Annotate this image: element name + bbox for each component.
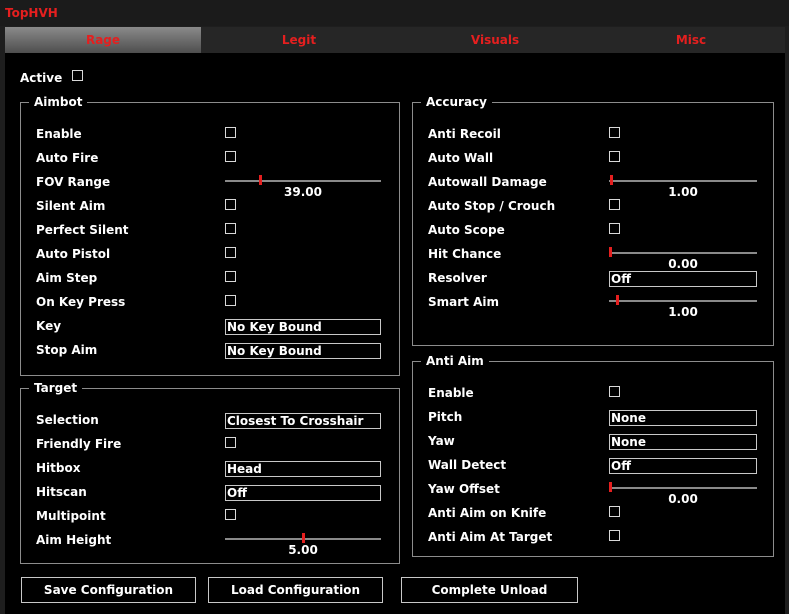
auto-wall-label: Auto Wall <box>428 151 494 165</box>
tab-legit[interactable]: Legit <box>201 27 397 53</box>
smart-aim-label: Smart Aim <box>428 295 499 309</box>
load-configuration-button[interactable]: Load Configuration <box>208 577 383 603</box>
save-configuration-button[interactable]: Save Configuration <box>21 577 196 603</box>
stop-aim-field[interactable]: No Key Bound <box>225 343 381 359</box>
tab-misc[interactable]: Misc <box>593 27 789 53</box>
autowall-damage-value: 1.00 <box>668 185 698 199</box>
complete-unload-button[interactable]: Complete Unload <box>401 577 578 603</box>
accuracy-group: Accuracy Anti Recoil Auto Wall Autowall … <box>412 95 774 346</box>
hitbox-dropdown[interactable]: Head <box>225 461 381 477</box>
title-bar: TopHVH <box>0 0 789 26</box>
target-group: Target Selection Closest To Crosshair Fr… <box>20 381 400 564</box>
anti-recoil-label: Anti Recoil <box>428 127 501 141</box>
yaw-dropdown[interactable]: None <box>609 434 757 450</box>
silent-aim-label: Silent Aim <box>36 199 106 213</box>
fov-range-value: 39.00 <box>284 185 322 199</box>
yaw-offset-label: Yaw Offset <box>428 482 500 496</box>
selection-label: Selection <box>36 413 99 427</box>
anti-recoil-checkbox[interactable] <box>609 127 620 138</box>
smart-aim-value: 1.00 <box>668 305 698 319</box>
aimbot-group: Aimbot Enable Auto Fire FOV Range 39.00 … <box>20 95 400 376</box>
aim-height-knob[interactable] <box>302 533 305 543</box>
anti-aim-enable-label: Enable <box>428 386 474 400</box>
hitscan-dropdown[interactable]: Off <box>225 485 381 501</box>
yaw-offset-knob[interactable] <box>609 482 612 492</box>
aim-step-label: Aim Step <box>36 271 98 285</box>
hit-chance-slider[interactable] <box>609 247 757 257</box>
accuracy-title: Accuracy <box>421 95 493 109</box>
auto-fire-checkbox[interactable] <box>225 151 236 162</box>
fov-range-label: FOV Range <box>36 175 111 189</box>
smart-aim-slider[interactable] <box>609 295 757 305</box>
smart-aim-knob[interactable] <box>616 295 619 305</box>
wall-detect-label: Wall Detect <box>428 458 507 472</box>
multipoint-checkbox[interactable] <box>225 509 236 520</box>
tab-visuals[interactable]: Visuals <box>397 27 593 53</box>
aim-step-checkbox[interactable] <box>225 271 236 282</box>
aim-height-value: 5.00 <box>288 543 318 557</box>
auto-scope-label: Auto Scope <box>428 223 505 237</box>
yaw-offset-slider[interactable] <box>609 482 757 492</box>
auto-stop-label: Auto Stop / Crouch <box>428 199 556 213</box>
active-label: Active <box>20 71 63 85</box>
pitch-dropdown[interactable]: None <box>609 410 757 426</box>
window-title: TopHVH <box>5 6 58 20</box>
anti-aim-on-knife-checkbox[interactable] <box>609 506 620 517</box>
pitch-label: Pitch <box>428 410 463 424</box>
rage-panel: Active Aimbot Enable Auto Fire FOV Range… <box>5 53 785 614</box>
anti-aim-at-target-checkbox[interactable] <box>609 530 620 541</box>
friendly-fire-label: Friendly Fire <box>36 437 122 451</box>
auto-wall-checkbox[interactable] <box>609 151 620 162</box>
hitbox-label: Hitbox <box>36 461 81 475</box>
silent-aim-checkbox[interactable] <box>225 199 236 210</box>
fov-range-knob[interactable] <box>259 175 262 185</box>
hit-chance-value: 0.00 <box>668 257 698 271</box>
yaw-offset-value: 0.00 <box>668 492 698 506</box>
hit-chance-knob[interactable] <box>609 247 612 257</box>
perfect-silent-label: Perfect Silent <box>36 223 129 237</box>
auto-stop-checkbox[interactable] <box>609 199 620 210</box>
key-field[interactable]: No Key Bound <box>225 319 381 335</box>
active-checkbox[interactable] <box>72 70 83 81</box>
friendly-fire-checkbox[interactable] <box>225 437 236 448</box>
on-key-press-label: On Key Press <box>36 295 126 309</box>
aimbot-enable-checkbox[interactable] <box>225 127 236 138</box>
selection-dropdown[interactable]: Closest To Crosshair <box>225 413 381 429</box>
auto-pistol-label: Auto Pistol <box>36 247 111 261</box>
yaw-label: Yaw <box>428 434 455 448</box>
autowall-damage-slider[interactable] <box>609 175 757 185</box>
aim-height-slider[interactable] <box>225 533 381 543</box>
perfect-silent-checkbox[interactable] <box>225 223 236 234</box>
multipoint-label: Multipoint <box>36 509 106 523</box>
fov-range-slider[interactable] <box>225 175 381 185</box>
stop-aim-label: Stop Aim <box>36 343 98 357</box>
aimbot-enable-label: Enable <box>36 127 82 141</box>
auto-scope-checkbox[interactable] <box>609 223 620 234</box>
anti-aim-on-knife-label: Anti Aim on Knife <box>428 506 547 520</box>
aim-height-label: Aim Height <box>36 533 112 547</box>
tab-rage[interactable]: Rage <box>5 27 201 53</box>
target-title: Target <box>29 381 83 395</box>
autowall-damage-knob[interactable] <box>610 175 613 185</box>
auto-fire-label: Auto Fire <box>36 151 99 165</box>
hit-chance-label: Hit Chance <box>428 247 502 261</box>
anti-aim-title: Anti Aim <box>421 354 489 368</box>
key-label: Key <box>36 319 62 333</box>
anti-aim-at-target-label: Anti Aim At Target <box>428 530 553 544</box>
aimbot-title: Aimbot <box>29 95 88 109</box>
wall-detect-dropdown[interactable]: Off <box>609 458 757 474</box>
hitscan-label: Hitscan <box>36 485 87 499</box>
tab-bar: Rage Legit Visuals Misc <box>5 27 785 53</box>
resolver-dropdown[interactable]: Off <box>609 271 757 287</box>
anti-aim-enable-checkbox[interactable] <box>609 386 620 397</box>
auto-pistol-checkbox[interactable] <box>225 247 236 258</box>
on-key-press-checkbox[interactable] <box>225 295 236 306</box>
resolver-label: Resolver <box>428 271 487 285</box>
anti-aim-group: Anti Aim Enable Pitch None Yaw None Wall… <box>412 354 774 557</box>
autowall-damage-label: Autowall Damage <box>428 175 547 189</box>
